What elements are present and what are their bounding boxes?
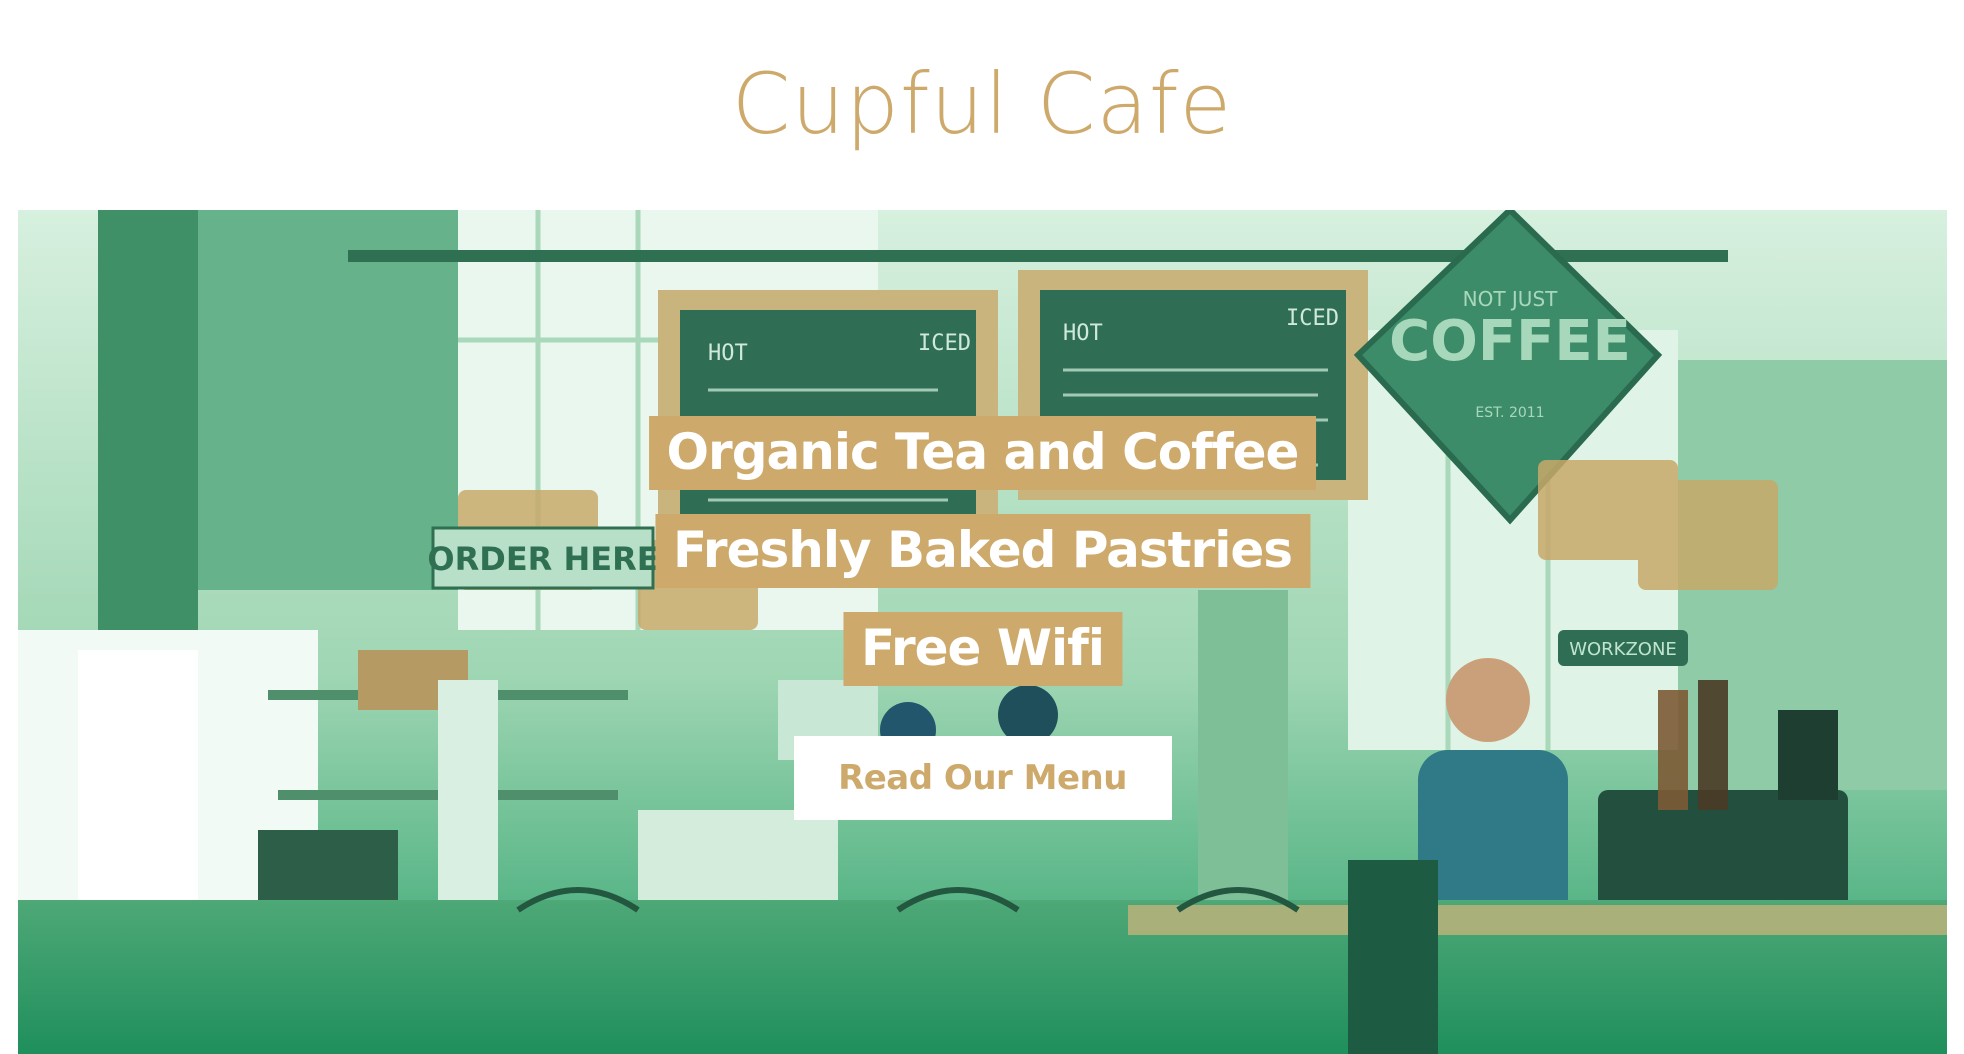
tagline-free-wifi: Free Wifi <box>842 612 1123 686</box>
sign-coffee-text: COFFEE <box>1389 309 1631 374</box>
left-board-hot-text: HOT <box>708 341 748 366</box>
tagline-baked-pastries: Freshly Baked Pastries <box>654 514 1311 588</box>
right-board-iced-text: ICED <box>1286 306 1339 331</box>
order-here-text: ORDER HERE <box>427 540 658 578</box>
sign-top-text: NOT JUST <box>1463 287 1559 311</box>
left-board-iced-text: ICED <box>918 331 971 356</box>
workzone-text: WORKZONE <box>1569 639 1677 660</box>
site-title: Cupful Cafe <box>731 55 1233 153</box>
read-our-menu-button[interactable]: Read Our Menu <box>793 736 1172 820</box>
hero-banner: HOT ICED HOT ICED NOT JUST COFFEE EST. 2… <box>18 210 1947 1054</box>
right-board-hot-text: HOT <box>1063 321 1103 346</box>
sign-est-text: EST. 2011 <box>1475 405 1544 421</box>
tagline-organic-tea-coffee: Organic Tea and Coffee <box>648 416 1317 490</box>
